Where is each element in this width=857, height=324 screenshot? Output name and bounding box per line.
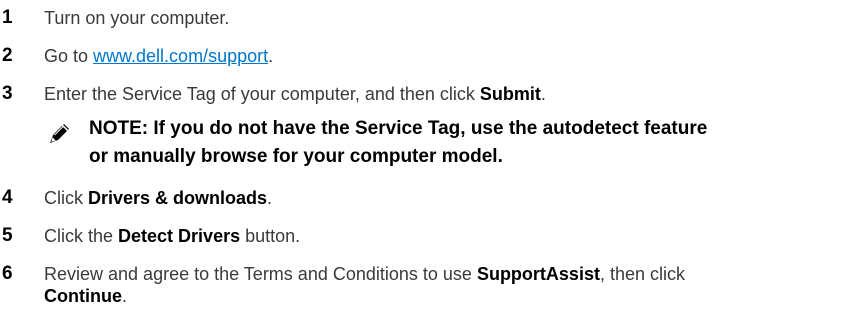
submit-label: Submit bbox=[479, 84, 541, 104]
step-text-prefix: Click bbox=[44, 188, 88, 208]
step-number: 4 bbox=[2, 187, 13, 208]
step-number: 1 bbox=[2, 7, 13, 28]
step-text: Go to www.dell.com/support. bbox=[44, 45, 847, 67]
step-text-content: Turn on your computer. bbox=[44, 8, 230, 28]
step-number: 2 bbox=[2, 45, 13, 66]
step-text: Click Drivers & downloads. bbox=[44, 187, 847, 209]
step-number: 6 bbox=[2, 263, 13, 284]
drivers-downloads-label: Drivers & downloads bbox=[88, 188, 268, 208]
step-text-suffix: . bbox=[122, 286, 128, 306]
step-text-suffix: . bbox=[267, 188, 273, 208]
step-text-prefix: Review and agree to the Terms and Condit… bbox=[44, 264, 477, 284]
note-box: NOTE: If you do not have the Service Tag… bbox=[44, 115, 844, 171]
step-text-suffix: button. bbox=[240, 226, 301, 246]
detect-drivers-label: Detect Drivers bbox=[118, 226, 241, 246]
support-link[interactable]: www.dell.com/support bbox=[93, 46, 268, 66]
step-text-middle: , then click bbox=[599, 264, 685, 284]
step-text: Turn on your computer. bbox=[44, 7, 847, 29]
supportassist-label: SupportAssist bbox=[476, 264, 600, 284]
note-text: NOTE: If you do not have the Service Tag… bbox=[89, 115, 849, 171]
step-text: Review and agree to the Terms and Condit… bbox=[44, 263, 847, 307]
step-text-prefix: Enter the Service Tag of your computer, … bbox=[44, 84, 480, 104]
step-text-prefix: Click the bbox=[44, 226, 119, 246]
step-text-suffix: . bbox=[540, 84, 546, 104]
step-text-prefix: Go to bbox=[44, 46, 94, 66]
step-text: Click the Detect Drivers button. bbox=[44, 225, 847, 247]
note-pencil-icon bbox=[48, 121, 72, 145]
step-text-suffix: . bbox=[268, 46, 274, 66]
step-number: 3 bbox=[2, 83, 13, 104]
continue-label: Continue bbox=[44, 286, 122, 306]
step-text: Enter the Service Tag of your computer, … bbox=[44, 83, 847, 105]
step-number: 5 bbox=[2, 225, 13, 246]
note-line-1: NOTE: If you do not have the Service Tag… bbox=[89, 118, 708, 139]
note-line-2: or manually browse for your computer mod… bbox=[89, 146, 503, 167]
